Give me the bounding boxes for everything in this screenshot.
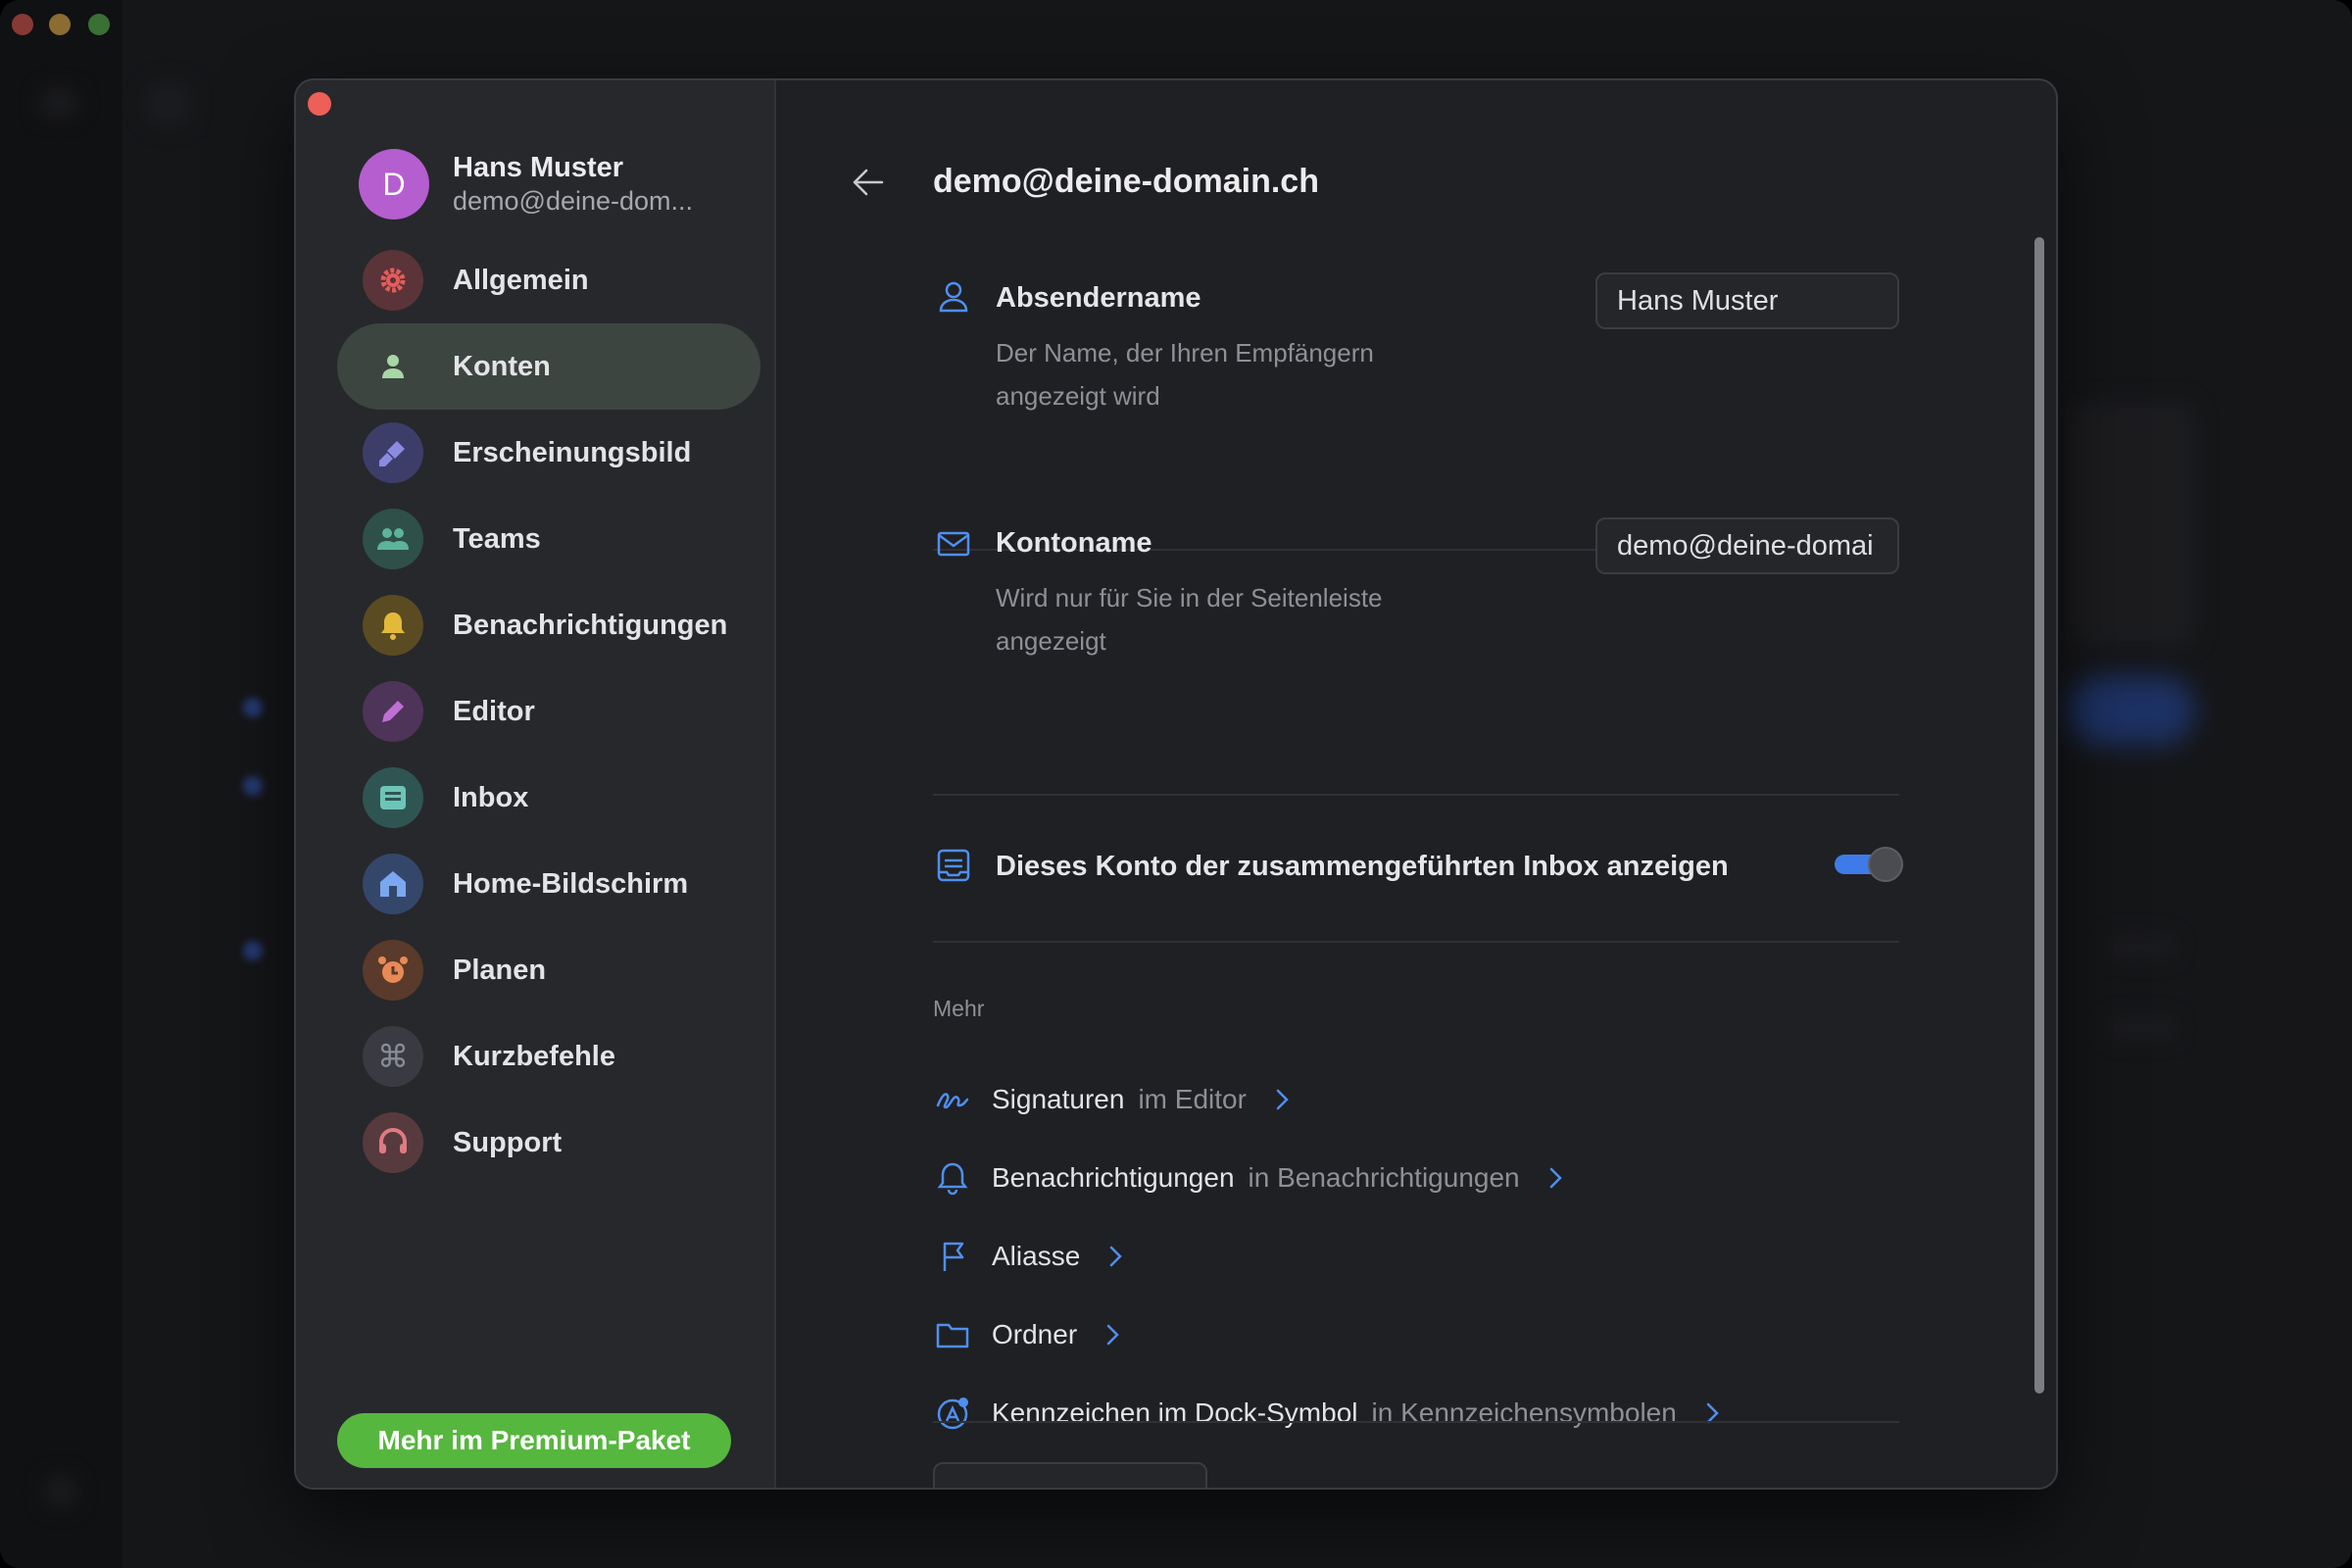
sidebar-item-benachrichtigungen[interactable]: Benachrichtigungen bbox=[337, 582, 760, 668]
link-kennzeichen[interactable]: Kennzeichen im Dock-Symbol in Kennzeiche… bbox=[935, 1394, 1722, 1433]
sidebar-item-label: Allgemein bbox=[453, 264, 589, 296]
alarm-clock-icon bbox=[363, 940, 423, 1001]
badge-icon bbox=[937, 1397, 968, 1430]
account-name-description: Wird nur für Sie in der Seitenleiste ang… bbox=[996, 583, 1383, 656]
account-email: demo@deine-dom... bbox=[453, 186, 694, 216]
inbox-icon bbox=[363, 767, 423, 828]
unified-inbox-toggle[interactable] bbox=[1835, 847, 1903, 882]
sidebar-item-label: Konten bbox=[453, 350, 551, 382]
sidebar-item-support[interactable]: Support bbox=[337, 1100, 760, 1186]
sidebar-item-label: Erscheinungsbild bbox=[453, 436, 692, 468]
divider bbox=[933, 794, 1899, 796]
divider bbox=[933, 1421, 1899, 1423]
premium-button[interactable]: Mehr im Premium-Paket bbox=[337, 1413, 731, 1468]
settings-content: demo@deine-domain.ch Absendername Der Na… bbox=[776, 80, 2056, 1488]
sender-name-title: Absendername bbox=[996, 282, 1201, 314]
modal-close-button[interactable] bbox=[308, 92, 331, 116]
link-label: Signaturen bbox=[992, 1084, 1125, 1114]
folder-icon bbox=[936, 1323, 969, 1348]
sidebar-item-allgemein[interactable]: Allgemein bbox=[337, 237, 760, 323]
team-icon bbox=[363, 509, 423, 569]
toggle-knob bbox=[1868, 847, 1903, 882]
link-aliasse[interactable]: Aliasse bbox=[935, 1237, 1125, 1276]
sidebar-item-editor[interactable]: Editor bbox=[337, 668, 760, 755]
link-sublabel: in Benachrichtigungen bbox=[1248, 1162, 1520, 1193]
avatar: D bbox=[359, 149, 429, 220]
scrollbar[interactable] bbox=[2034, 237, 2044, 1394]
sidebar-item-label: Editor bbox=[453, 695, 535, 727]
link-signaturen[interactable]: Signaturen im Editor bbox=[935, 1080, 1292, 1119]
sidebar-nav: Allgemein Konten Erscheinungsbild Teams … bbox=[337, 237, 760, 1186]
envelope-icon bbox=[937, 531, 970, 557]
sidebar-item-label: Inbox bbox=[453, 781, 529, 813]
sidebar-item-label: Kurzbefehle bbox=[453, 1040, 615, 1072]
settings-modal: D Hans Muster demo@deine-dom... Allgemei… bbox=[294, 78, 2058, 1490]
sidebar-item-label: Support bbox=[453, 1126, 563, 1158]
person-outline-icon bbox=[939, 281, 968, 313]
link-sublabel: in Kennzeichensymbolen bbox=[1371, 1397, 1677, 1428]
sidebar-item-home-bildschirm[interactable]: Home-Bildschirm bbox=[337, 841, 760, 927]
pen-icon bbox=[363, 681, 423, 742]
app-window: D Hans Muster demo@deine-dom... Allgemei… bbox=[0, 0, 2352, 1568]
sidebar-item-planen[interactable]: Planen bbox=[337, 927, 760, 1013]
sidebar-item-konten[interactable]: Konten bbox=[337, 323, 760, 410]
signature-icon bbox=[936, 1093, 969, 1109]
more-section-label: Mehr bbox=[933, 996, 985, 1021]
account-name-title: Kontoname bbox=[996, 527, 1152, 559]
headset-icon bbox=[363, 1112, 423, 1173]
sidebar-item-label: Planen bbox=[453, 954, 547, 986]
account-name: Hans Muster bbox=[453, 152, 624, 183]
page-title: demo@deine-domain.ch bbox=[933, 163, 1319, 200]
home-icon bbox=[363, 854, 423, 914]
link-label: Ordner bbox=[992, 1319, 1078, 1349]
link-label: Aliasse bbox=[992, 1241, 1081, 1271]
alias-icon bbox=[943, 1242, 964, 1271]
link-label: Benachrichtigungen bbox=[992, 1162, 1235, 1193]
sidebar-item-erscheinungsbild[interactable]: Erscheinungsbild bbox=[337, 410, 760, 496]
divider bbox=[933, 941, 1899, 943]
command-icon: ⌘ bbox=[363, 1026, 423, 1087]
gear-icon bbox=[363, 250, 423, 311]
sender-name-description: Der Name, der Ihren Empfängern angezeigt… bbox=[996, 338, 1374, 411]
chevron-right-icon bbox=[1110, 1246, 1123, 1267]
chevron-right-icon bbox=[1106, 1324, 1119, 1346]
inbox-outline-icon bbox=[937, 849, 970, 882]
bottom-action-button[interactable] bbox=[933, 1462, 1207, 1488]
sidebar-item-inbox[interactable]: Inbox bbox=[337, 755, 760, 841]
link-label: Kennzeichen im Dock-Symbol bbox=[992, 1397, 1358, 1428]
sender-name-input[interactable]: Hans Muster bbox=[1595, 272, 1899, 329]
bell-icon bbox=[363, 595, 423, 656]
bell-outline-icon bbox=[937, 1162, 968, 1196]
link-sublabel: im Editor bbox=[1138, 1084, 1247, 1114]
sidebar-item-label: Home-Bildschirm bbox=[453, 867, 689, 900]
sidebar-item-kurzbefehle[interactable]: ⌘ Kurzbefehle bbox=[337, 1013, 760, 1100]
sidebar-item-label: Benachrichtigungen bbox=[453, 609, 728, 641]
account-name-input[interactable]: demo@deine-domai bbox=[1595, 517, 1899, 574]
unified-inbox-title: Dieses Konto der zusammengeführten Inbox… bbox=[996, 851, 1729, 882]
link-benachrichtigungen[interactable]: Benachrichtigungen in Benachrichtigungen bbox=[935, 1158, 1565, 1198]
link-ordner[interactable]: Ordner bbox=[935, 1315, 1122, 1354]
person-icon bbox=[363, 336, 423, 397]
settings-sidebar: D Hans Muster demo@deine-dom... Allgemei… bbox=[296, 80, 776, 1488]
brush-icon bbox=[363, 422, 423, 483]
back-arrow-icon[interactable] bbox=[849, 163, 888, 202]
account-header[interactable]: D Hans Muster demo@deine-dom... bbox=[359, 149, 693, 220]
sidebar-item-teams[interactable]: Teams bbox=[337, 496, 760, 582]
sidebar-item-label: Teams bbox=[453, 522, 541, 555]
chevron-right-icon bbox=[1549, 1167, 1562, 1189]
chevron-right-icon bbox=[1276, 1089, 1289, 1110]
